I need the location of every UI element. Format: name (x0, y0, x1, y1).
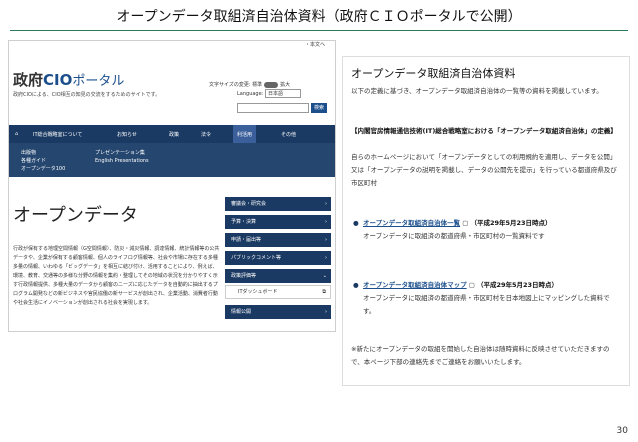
nav-item-policy[interactable]: 政策 (169, 131, 179, 138)
logo-portal-text: ポータル (72, 74, 125, 89)
nav-item-utilization[interactable]: 利活用 (233, 125, 257, 144)
logo-main-text: 政府 (13, 71, 44, 89)
nav-dropdown: 出版物 各種ガイド オープンデータ100 プレゼンテーション集 English … (9, 143, 335, 177)
panel-title: オープンデータ取組済自治体資料 (351, 67, 516, 80)
bullet-icon: ● (353, 281, 359, 289)
language-label: Language: (237, 91, 264, 97)
list-item: ● オープンデータ取組済自治体マップ ▢ （平成29年5月23日時点） オープン… (353, 279, 621, 318)
file-icon: ▢ (468, 281, 475, 289)
page-heading: オープンデータ (13, 205, 138, 226)
text-size-large: 拡大 (280, 82, 291, 88)
search-button[interactable]: 検索 (311, 103, 327, 113)
side-menu-application[interactable]: 申請・届出等 › (225, 233, 331, 247)
dropdown-col-1: 出版物 各種ガイド オープンデータ100 (21, 149, 65, 173)
nav-item-about[interactable]: IT総合戦略室について (33, 131, 82, 138)
dropdown-item[interactable]: プレゼンテーション集 (95, 149, 149, 157)
dropdown-col-2: プレゼンテーション集 English Presentations (95, 149, 149, 165)
item-date: （平成29年5月23日時点） (470, 219, 552, 227)
definition-heading: 【内閣官房情報通信技術(IT)総合戦略室における「オープンデータ取組済自治体」の… (351, 127, 617, 135)
search-input[interactable] (237, 103, 309, 113)
item-description: オープンデータに取組済の都道府県・市区町村の一覧資料です (363, 232, 545, 240)
nav-item-other[interactable]: その他 (281, 131, 296, 138)
definition-body: 自らのホームページにおいて「オープンデータとしての利用規約を適用し、データを公開… (351, 153, 617, 187)
external-link-icon: ⧉ (322, 289, 326, 295)
dropdown-item[interactable]: オープンデータ100 (21, 165, 65, 173)
chevron-right-icon: › (325, 309, 327, 315)
site-logo[interactable]: 政府CIOポータル (13, 69, 124, 90)
side-menu-label: 予算・決算 (231, 219, 257, 225)
dropdown-item[interactable]: 出版物 (21, 149, 65, 157)
skip-to-content-link[interactable]: ・本文へ (305, 41, 325, 48)
panel-note: ※新たにオープンデータの取組を開始した自治体は随時資料に反映させていただきますの… (351, 345, 610, 366)
side-menu-label: 情報公開 (231, 309, 252, 315)
dropdown-item[interactable]: English Presentations (95, 157, 149, 165)
side-menu-budget[interactable]: 予算・決算 › (225, 215, 331, 229)
chevron-right-icon: › (325, 201, 327, 207)
portal-screenshot: ・本文へ 政府CIOポータル 政府CIOによる、CIO相互の知見の交流をするため… (8, 40, 336, 332)
side-menu-label: パブリックコメント等 (231, 255, 282, 261)
home-icon[interactable]: ⌂ (15, 131, 18, 137)
page-number: 30 (616, 426, 628, 436)
side-menu-disclosure[interactable]: 情報公開 › (225, 305, 331, 319)
slide-title: オープンデータ取組済自治体資料（政府ＣＩＯポータルで公開） (116, 9, 522, 25)
bullet-icon: ● (353, 219, 359, 227)
text-size-toggle[interactable] (264, 81, 279, 88)
dropdown-item[interactable]: 各種ガイド (21, 157, 65, 165)
file-icon: ▢ (462, 219, 469, 227)
site-tagline: 政府CIOによる、CIO相互の知見の交流をするためのサイトです。 (13, 92, 161, 98)
list-item: ● オープンデータ取組済自治体一覧 ▢ （平成29年5月23日時点） オープンデ… (353, 217, 621, 243)
language-select[interactable]: 日本語 (264, 89, 301, 98)
item-date: （平成29年5月23日時点） (476, 281, 559, 289)
municipality-list-link[interactable]: オープンデータ取組済自治体一覧 (363, 219, 460, 227)
open-data-panel: オープンデータ取組済自治体資料 以下の定義に基づき、オープンデータ取組済自治体の… (342, 56, 630, 386)
nav-item-news[interactable]: お知らせ (117, 131, 137, 138)
title-divider (10, 30, 628, 31)
side-menu-label: 政策評価等 (231, 273, 257, 279)
chevron-right-icon: › (325, 237, 327, 243)
municipality-map-link[interactable]: オープンデータ取組済自治体マップ (363, 281, 467, 289)
item-description: オープンデータに取組済の都道府県・市区町村を日本地図上にマッピングした資料です。 (363, 294, 610, 315)
side-menu-label: ITダッシュボード (238, 289, 278, 295)
side-menu-it-dashboard[interactable]: ITダッシュボード ⧉ (225, 285, 331, 299)
panel-description: 以下の定義に基づき、オープンデータ取組済自治体の一覧等の資料を掲載しています。 (351, 87, 603, 95)
side-menu-public-comment[interactable]: パブリックコメント等 › (225, 251, 331, 265)
page-body-text: 行政が保有する地理空間情報（G空間情報）、防災・減災情報、調達情報、統計情報等の… (13, 246, 220, 306)
side-menu-policy-evaluation[interactable]: 政策評価等 ⌄ (225, 269, 331, 283)
nav-item-law[interactable]: 法令 (201, 131, 211, 138)
side-menu-label: 審議会・研究会 (231, 201, 267, 207)
text-size-label: 文字サイズの変更: 標準 (209, 82, 263, 88)
logo-cio-text: CIO (43, 71, 73, 89)
chevron-right-icon: › (325, 255, 327, 261)
text-size-control: 文字サイズの変更: 標準 拡大 (209, 81, 290, 88)
chevron-down-icon: ⌄ (322, 273, 327, 279)
side-menu-council[interactable]: 審議会・研究会 › (225, 197, 331, 211)
language-selector: Language: 日本語 (237, 89, 301, 98)
side-menu-label: 申請・届出等 (231, 237, 262, 243)
main-nav: ⌂ IT総合戦略室について お知らせ 政策 法令 利活用 その他 (9, 125, 335, 144)
chevron-right-icon: › (325, 219, 327, 225)
